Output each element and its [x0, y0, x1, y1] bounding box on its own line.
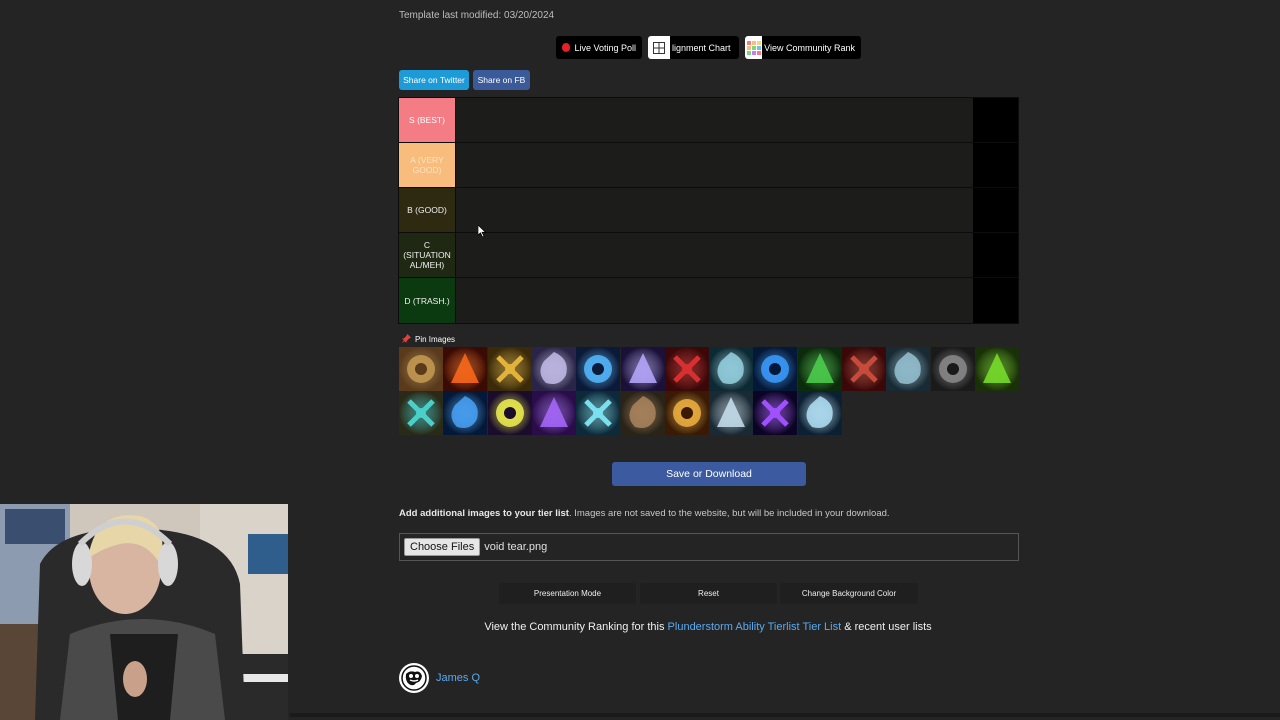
frost-nova-icon[interactable] — [443, 391, 488, 435]
tier-drop-zone-b[interactable] — [455, 188, 973, 232]
add-images-text: Add additional images to your tier list.… — [399, 508, 890, 519]
tier-list: S (BEST) A (VERY GOOD) B (GOOD) C (SITUA… — [398, 97, 1019, 324]
pin-images-label: Pin Images — [415, 335, 456, 344]
save-download-button[interactable]: Save or Download — [612, 462, 806, 486]
webcam-overlay — [0, 504, 288, 720]
frost-wing-icon[interactable] — [709, 347, 754, 391]
violet-beam-icon[interactable] — [753, 391, 798, 435]
golden-warrior-icon[interactable] — [664, 391, 709, 435]
live-voting-poll-button[interactable]: Live Voting Poll — [556, 36, 642, 59]
teal-relic-icon[interactable] — [399, 391, 443, 435]
golden-shield-icon[interactable] — [487, 347, 532, 391]
crystal-blade-icon[interactable] — [531, 347, 576, 391]
tier-controls-a[interactable] — [973, 143, 1018, 187]
tier-drop-zone-c[interactable] — [455, 233, 973, 277]
avatar[interactable] — [399, 663, 429, 693]
reset-button[interactable]: Reset — [640, 583, 777, 604]
template-modified-text: Template last modified: 03/20/2024 — [399, 10, 555, 21]
tier-label-a[interactable]: A (VERY GOOD) — [399, 143, 455, 187]
tier-drop-zone-s[interactable] — [455, 98, 973, 142]
spiked-bone-icon[interactable] — [399, 347, 443, 391]
tier-label-d[interactable]: D (TRASH.) — [399, 278, 455, 323]
tier-controls-b[interactable] — [973, 188, 1018, 232]
fire-blast-icon[interactable] — [443, 347, 488, 391]
crescent-moon-icon[interactable] — [797, 391, 842, 435]
add-images-rest: . Images are not saved to the website, b… — [568, 508, 890, 519]
tier-controls-c[interactable] — [973, 233, 1018, 277]
bone-dragon-icon[interactable] — [709, 391, 754, 435]
community-prefix: View the Community Ranking for this — [484, 621, 668, 633]
tier-drop-zone-d[interactable] — [455, 278, 973, 323]
presentation-mode-button[interactable]: Presentation Mode — [499, 583, 636, 604]
dark-gear-icon[interactable] — [930, 347, 975, 391]
tier-row-a: A (VERY GOOD) — [399, 143, 1018, 188]
community-suffix: & recent user lists — [841, 621, 932, 633]
arcane-lightning-icon[interactable] — [576, 347, 621, 391]
rank-grid-icon — [745, 36, 763, 59]
live-voting-poll-label: Live Voting Poll — [574, 42, 636, 53]
share-facebook-button[interactable]: Share on FB — [473, 70, 530, 90]
tier-drop-zone-a[interactable] — [455, 143, 973, 187]
record-dot-icon — [562, 43, 571, 52]
tier-row-s: S (BEST) — [399, 98, 1018, 143]
fel-cross-icon[interactable] — [974, 347, 1019, 391]
add-images-bold: Add additional images to your tier list — [399, 508, 569, 519]
green-skull-icon[interactable] — [797, 347, 842, 391]
tier-controls-s[interactable] — [973, 98, 1018, 142]
selected-filename: void tear.png — [484, 541, 548, 553]
share-twitter-button[interactable]: Share on Twitter — [399, 70, 469, 90]
tier-row-c: C (SITUATION AL/MEH) — [399, 233, 1018, 278]
vortex-icon[interactable] — [753, 347, 798, 391]
alignment-chart-button[interactable]: lignment Chart — [648, 36, 739, 59]
user-entry[interactable]: James Q — [399, 663, 480, 693]
crimson-beast-icon[interactable] — [842, 347, 886, 391]
pin-images-toggle[interactable]: Pin Images — [402, 334, 455, 345]
pin-icon — [402, 334, 411, 345]
view-community-rank-label: View Community Rank — [764, 42, 855, 53]
violet-shield-icon[interactable] — [531, 391, 576, 435]
tier-label-b[interactable]: B (GOOD) — [399, 188, 455, 232]
ice-shard-icon[interactable] — [576, 391, 621, 435]
community-ranking-link[interactable]: Plunderstorm Ability Tierlist Tier List — [668, 621, 842, 633]
wind-tornado-icon[interactable] — [886, 347, 931, 391]
tier-row-d: D (TRASH.) — [399, 278, 1018, 323]
choose-files-button[interactable]: Choose Files — [404, 538, 481, 556]
mouse-cursor — [477, 224, 487, 242]
view-community-rank-button[interactable]: View Community Rank — [745, 36, 861, 59]
stone-hand-icon[interactable] — [620, 391, 665, 435]
file-upload-field[interactable]: Choose Files void tear.png — [399, 533, 1019, 561]
void-orb-icon[interactable] — [620, 347, 665, 391]
grid-icon — [648, 36, 670, 59]
tier-label-c[interactable]: C (SITUATION AL/MEH) — [399, 233, 455, 277]
tier-controls-d[interactable] — [973, 278, 1018, 323]
lightning-strike-icon[interactable] — [487, 391, 532, 435]
alignment-chart-label: lignment Chart — [672, 42, 731, 53]
change-background-button[interactable]: Change Background Color — [780, 583, 918, 604]
user-name-link[interactable]: James Q — [436, 672, 480, 684]
blood-claw-icon[interactable] — [664, 347, 709, 391]
tier-row-b: B (GOOD) — [399, 188, 1018, 233]
page-divider — [290, 713, 1280, 717]
tier-label-s[interactable]: S (BEST) — [399, 98, 455, 142]
